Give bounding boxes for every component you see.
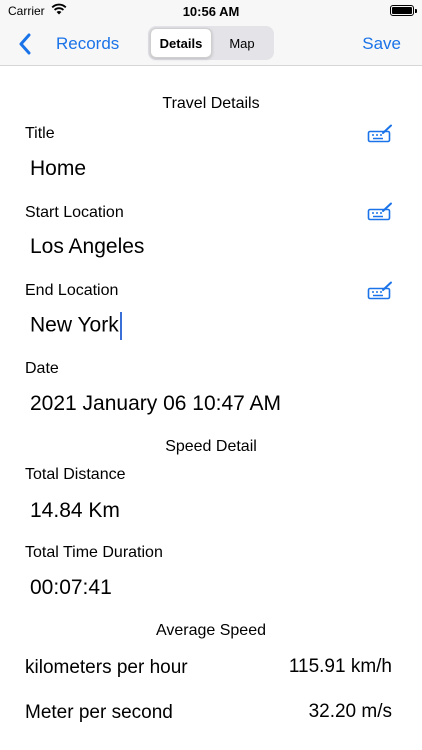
total-duration-value: 00:07:41 — [30, 576, 112, 599]
edit-start-location-icon[interactable] — [367, 202, 393, 222]
mps-label: Meter per second — [25, 702, 173, 723]
text-cursor — [119, 312, 122, 340]
start-location-field[interactable]: Los Angeles — [30, 235, 144, 259]
date-field[interactable]: 2021 January 06 10:47 AM — [30, 392, 281, 416]
segment-map[interactable]: Map — [212, 28, 272, 58]
mps-value: 32.20 m/s — [308, 701, 392, 722]
navigation-bar: Records Details Map Save — [0, 24, 422, 66]
view-segmented-control: Details Map — [148, 26, 274, 60]
battery-icon — [390, 5, 417, 16]
kmh-value: 115.91 km/h — [288, 656, 392, 677]
end-location-text: New York — [30, 313, 119, 337]
edit-end-location-icon[interactable] — [367, 281, 393, 301]
save-button[interactable]: Save — [362, 34, 401, 54]
total-distance-label: Total Distance — [25, 466, 126, 483]
title-label: Title — [25, 125, 55, 142]
speed-detail-heading: Speed Detail — [165, 438, 257, 455]
title-field[interactable]: Home — [30, 157, 86, 181]
back-button-label: Records — [56, 34, 120, 53]
end-location-label: End Location — [25, 282, 119, 299]
status-bar: Carrier 10:56 AM — [0, 0, 422, 24]
end-location-field[interactable]: New York — [30, 312, 122, 340]
back-button[interactable]: Records — [18, 30, 119, 58]
segment-details[interactable]: Details — [150, 28, 212, 58]
date-label: Date — [25, 360, 59, 377]
edit-title-icon[interactable] — [367, 124, 393, 144]
average-speed-heading: Average Speed — [155, 622, 266, 639]
total-duration-label: Total Time Duration — [25, 544, 163, 561]
status-time: 10:56 AM — [182, 4, 240, 19]
chevron-left-icon — [19, 33, 31, 55]
total-distance-value: 14.84 Km — [30, 499, 120, 522]
start-location-label: Start Location — [25, 204, 124, 221]
travel-details-heading: Travel Details — [162, 95, 260, 112]
kmh-label: kilometers per hour — [25, 657, 188, 678]
